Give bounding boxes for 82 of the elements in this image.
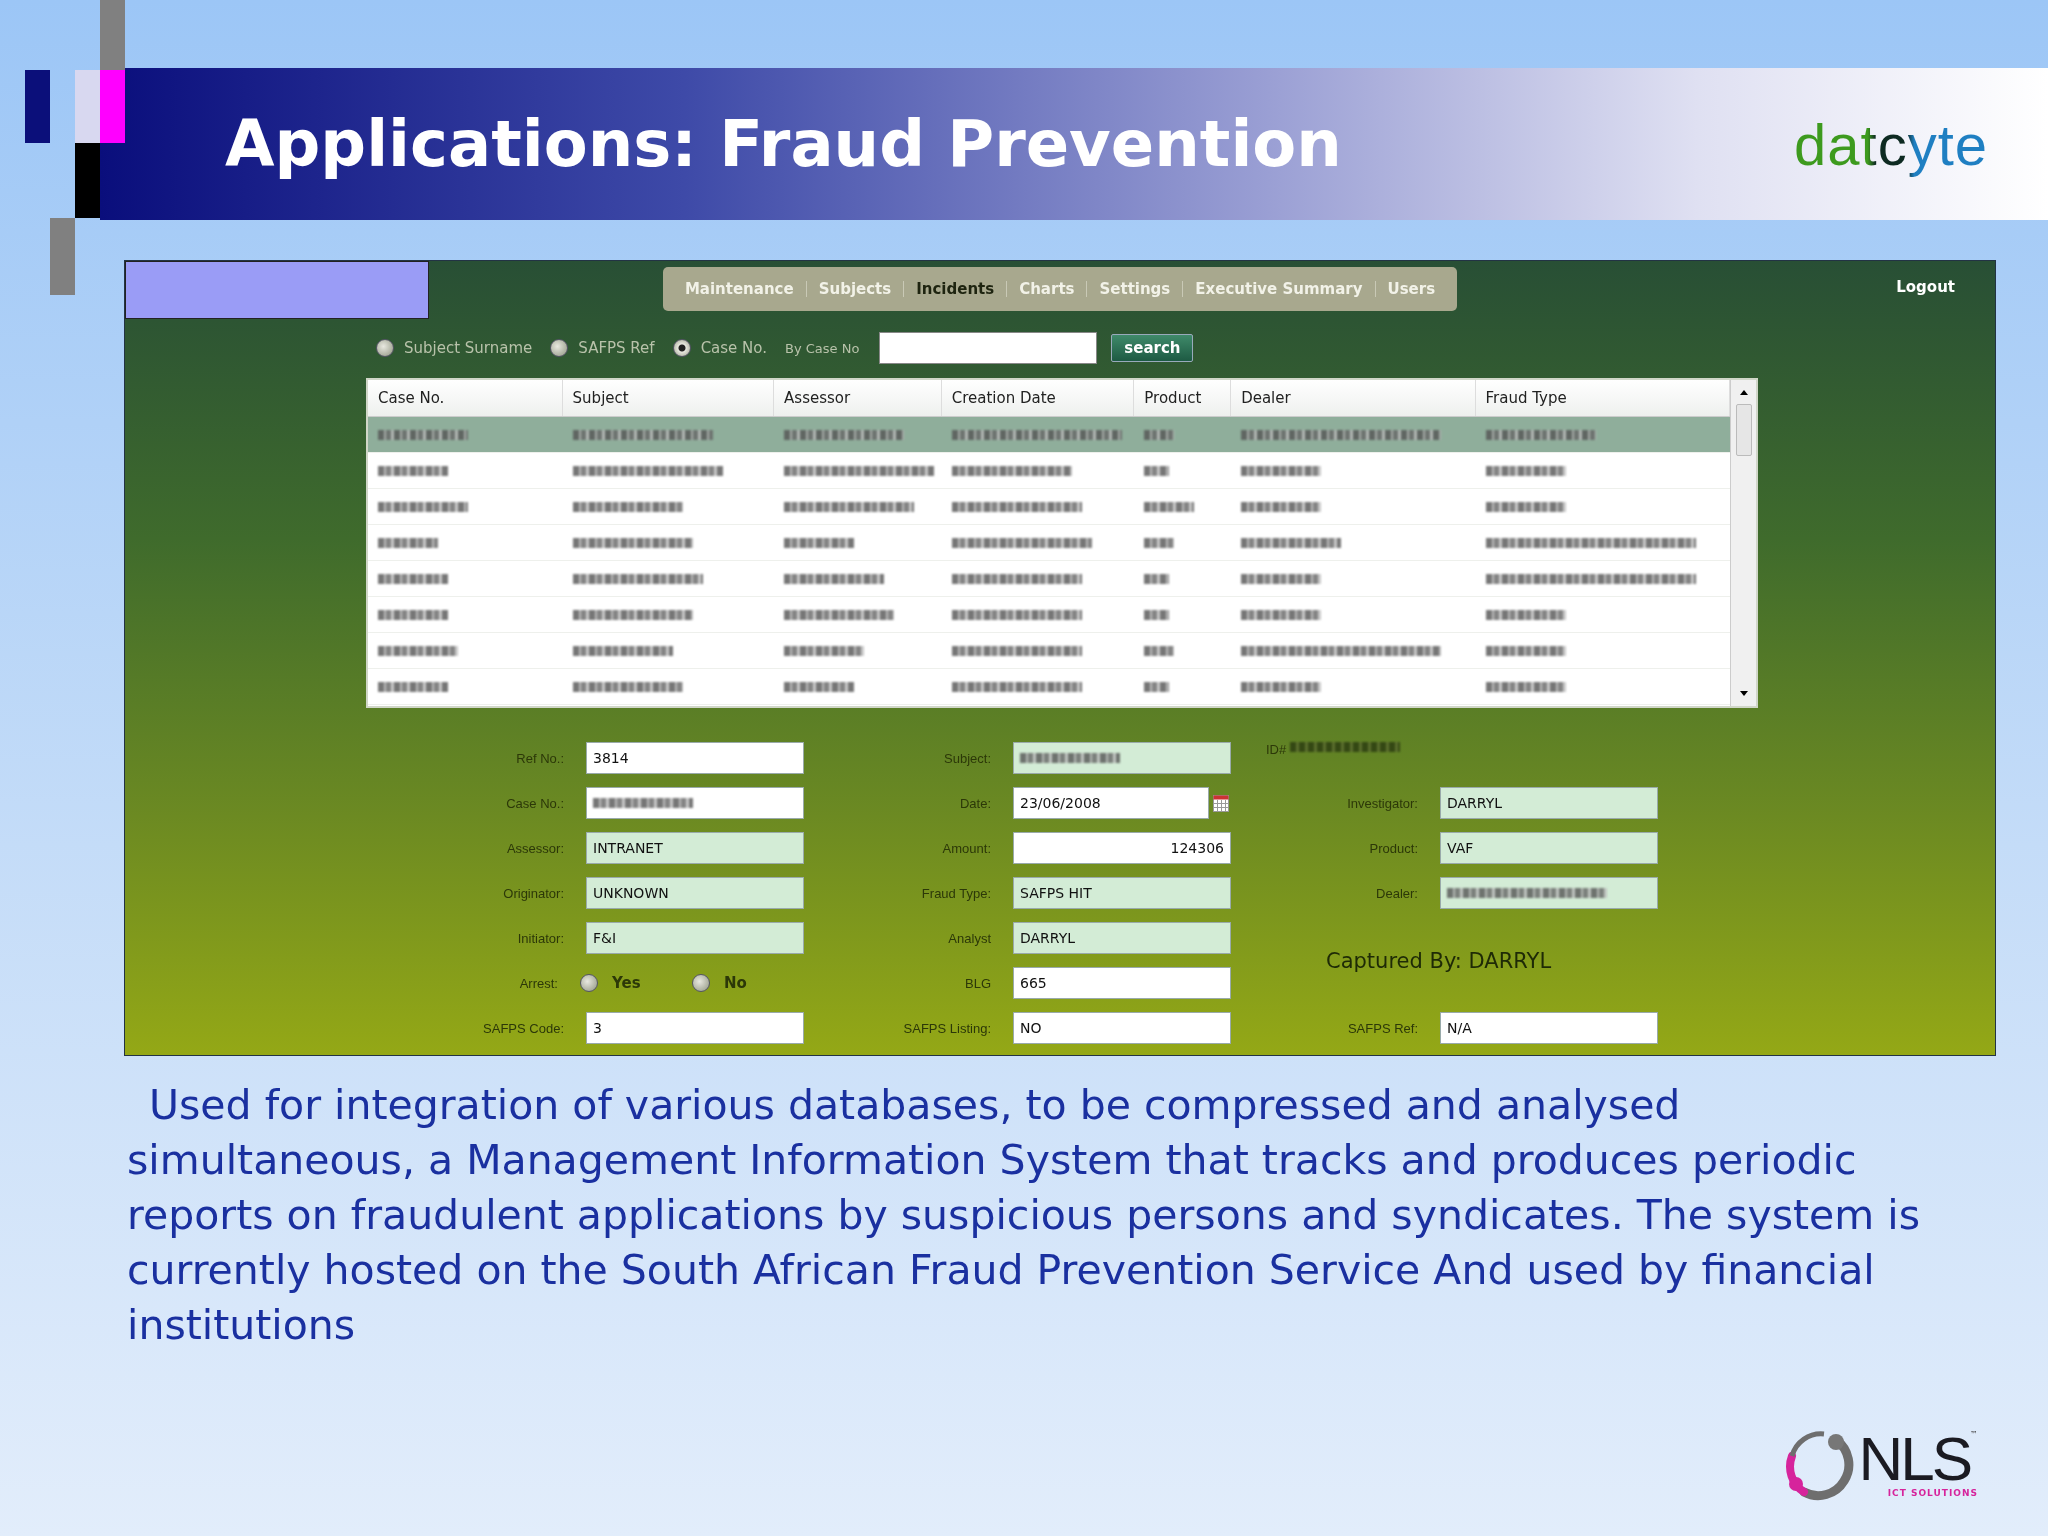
readonly-field[interactable]: VAF [1440, 832, 1658, 864]
logo-tagline: ICT SOLUTIONS [1887, 1488, 1978, 1498]
field-label: Analyst [947, 930, 991, 946]
readonly-field[interactable]: UNKNOWN [586, 877, 804, 909]
radio-label: Case No. [700, 339, 767, 357]
redacted-text [378, 537, 438, 548]
field-label: SAFPS Ref: [1346, 1020, 1418, 1036]
redacted-text [1144, 609, 1170, 620]
input-field[interactable] [586, 787, 804, 819]
redacted-text [378, 465, 448, 476]
readonly-field[interactable] [1440, 877, 1658, 909]
radio-button[interactable] [376, 339, 394, 357]
field-label: Initiator: [516, 930, 564, 946]
input-field[interactable]: N/A [1440, 1012, 1658, 1044]
column-header[interactable]: Subject [562, 380, 775, 416]
radio-label: No [724, 974, 748, 992]
radio-button[interactable] [692, 974, 710, 992]
field-label: Assessor: [505, 840, 564, 856]
calendar-icon [1213, 794, 1229, 812]
scroll-thumb[interactable] [1735, 404, 1752, 456]
redacted-text [1144, 465, 1170, 476]
input-field[interactable]: 124306 [1013, 832, 1231, 864]
redacted-text [1144, 501, 1195, 512]
field-label: SAFPS Code: [482, 1020, 564, 1036]
redacted-text [1144, 645, 1175, 656]
field-label: Investigator: [1346, 795, 1418, 811]
readonly-field[interactable]: F&I [586, 922, 804, 954]
readonly-field[interactable] [1013, 742, 1231, 774]
scrollbar[interactable] [1730, 380, 1756, 706]
logout-link[interactable]: Logout [1896, 278, 1955, 296]
redacted-text [378, 681, 448, 692]
radio-label: Yes [612, 974, 642, 992]
field-label: Amount: [941, 840, 991, 856]
redacted-text [784, 537, 855, 548]
column-header[interactable]: Case No. [368, 380, 563, 416]
radio-button[interactable] [580, 974, 598, 992]
input-field[interactable]: 3814 [586, 742, 804, 774]
field-label: Subject: [943, 750, 991, 766]
redacted-text [1144, 681, 1170, 692]
field-label: Product: [1368, 840, 1418, 856]
column-header[interactable]: Creation Date [941, 380, 1135, 416]
field-label: Ref No.: [515, 750, 564, 766]
field-label: By Case No [785, 340, 860, 356]
redacted-text [378, 573, 448, 584]
captured-by-text: Captured By: DARRYL [1326, 948, 1552, 973]
field-label: Case No.: [505, 795, 564, 811]
readonly-field[interactable]: DARRYL [1440, 787, 1658, 819]
field-label: BLG [964, 975, 991, 991]
trademark-mark: ™ [1970, 1430, 1978, 1439]
field-label: Originator: [502, 885, 564, 901]
readonly-field[interactable]: DARRYL [1013, 922, 1231, 954]
field-label: Dealer: [1375, 885, 1418, 901]
column-header[interactable]: Assessor [774, 380, 942, 416]
logo-text: NLS [1858, 1430, 1970, 1488]
column-header[interactable]: Product [1134, 380, 1232, 416]
input-field[interactable]: NO [1013, 1012, 1231, 1044]
radio-button[interactable] [550, 339, 569, 357]
input-field[interactable]: 665 [1013, 967, 1231, 999]
nav-tab[interactable]: Incidents [904, 280, 1007, 298]
slide-title: Applications: Fraud Prevention [225, 107, 1342, 181]
radio-button[interactable] [672, 339, 691, 357]
redacted-text [1144, 573, 1170, 584]
radio-label: SAFPS Ref [578, 339, 655, 357]
search-field[interactable] [879, 332, 1098, 364]
input-field[interactable]: 23/06/2008 [1013, 787, 1209, 819]
field-label: Fraud Type: [920, 885, 991, 901]
column-header[interactable]: Dealer [1231, 380, 1476, 416]
redacted-text [1144, 429, 1175, 440]
readonly-field[interactable]: INTRANET [586, 832, 804, 864]
field-label: Date: [958, 795, 991, 811]
redacted-text [1144, 537, 1175, 548]
description-text: Used for integration of various databases, to be compressed and analysed simultaneous, a Management Information System that tracks and produces periodic reports on fraudulent applications by suspicious persons and syndicates. The system is currently hosted on the South African Fraud Prevention Service And used by financial institutions [127, 1080, 1922, 1351]
field-label: Arrest: [518, 975, 558, 991]
field-label: SAFPS Listing: [902, 1020, 991, 1036]
redacted-text [378, 609, 448, 620]
table-row[interactable] [368, 417, 1730, 453]
redacted-text [784, 681, 855, 692]
radio-label: Subject Surname [404, 339, 533, 357]
input-field[interactable]: 3 [586, 1012, 804, 1044]
readonly-field[interactable]: SAFPS HIT [1013, 877, 1231, 909]
field-label: ID# [1266, 742, 1287, 757]
search-button[interactable]: search [1111, 334, 1194, 362]
